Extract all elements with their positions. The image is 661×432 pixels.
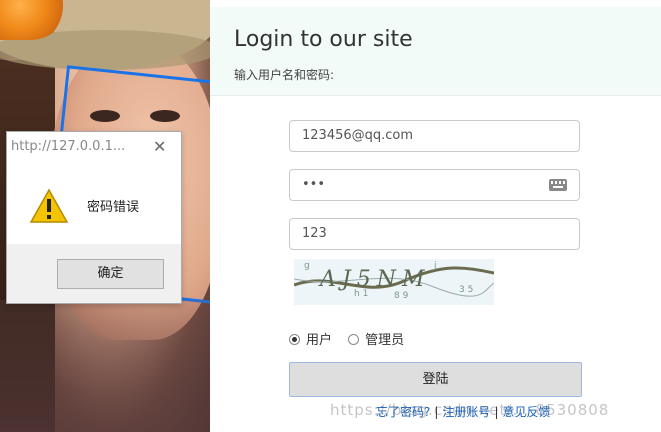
role-user-option[interactable]: 用户 bbox=[289, 329, 332, 348]
captcha-input[interactable]: 123 bbox=[289, 218, 580, 250]
dialog-message: 密码错误 bbox=[87, 200, 140, 215]
dialog-footer: 确定 bbox=[7, 244, 181, 303]
username-input[interactable]: 123456@qq.com bbox=[289, 120, 580, 152]
captcha-image[interactable]: g h 1 j 3 5 8 9 AJ5NM bbox=[294, 259, 494, 305]
feedback-link[interactable]: 意见反馈 bbox=[502, 405, 550, 419]
page-subtitle: 输入用户名和密码: bbox=[234, 68, 335, 82]
role-admin-label: 管理员 bbox=[365, 333, 405, 348]
forgot-password-link[interactable]: 忘了密码? bbox=[376, 405, 430, 419]
link-separator: | bbox=[494, 405, 499, 419]
login-button[interactable]: 登陆 bbox=[289, 362, 582, 397]
role-user-label: 用户 bbox=[306, 333, 333, 348]
footer-links: 忘了密码? | 注册账号 | 意见反馈 bbox=[376, 403, 551, 420]
dialog-title: http://127.0.0.1... bbox=[11, 139, 126, 154]
radio-checked-icon[interactable] bbox=[289, 334, 300, 345]
password-value: ••• bbox=[302, 177, 326, 192]
role-admin-option[interactable]: 管理员 bbox=[348, 329, 404, 348]
keyboard-icon[interactable] bbox=[549, 179, 567, 191]
register-link[interactable]: 注册账号 bbox=[442, 405, 490, 419]
alert-dialog: http://127.0.0.1... ✕ 密码错误 确定 bbox=[6, 131, 182, 304]
role-selector: 用户 管理员 bbox=[289, 329, 416, 348]
ok-button[interactable]: 确定 bbox=[57, 259, 164, 289]
captcha-text: AJ5NM bbox=[320, 267, 431, 292]
photo-shade bbox=[0, 300, 210, 432]
login-panel: Login to our site 输入用户名和密码: 123456@qq.co… bbox=[210, 7, 661, 432]
link-separator: | bbox=[434, 405, 439, 419]
password-input[interactable]: ••• bbox=[289, 169, 580, 201]
radio-unchecked-icon[interactable] bbox=[348, 334, 360, 345]
login-header: Login to our site 输入用户名和密码: bbox=[210, 7, 661, 96]
page-title: Login to our site bbox=[234, 27, 413, 52]
close-icon[interactable]: ✕ bbox=[153, 137, 166, 156]
warning-icon bbox=[29, 188, 69, 223]
